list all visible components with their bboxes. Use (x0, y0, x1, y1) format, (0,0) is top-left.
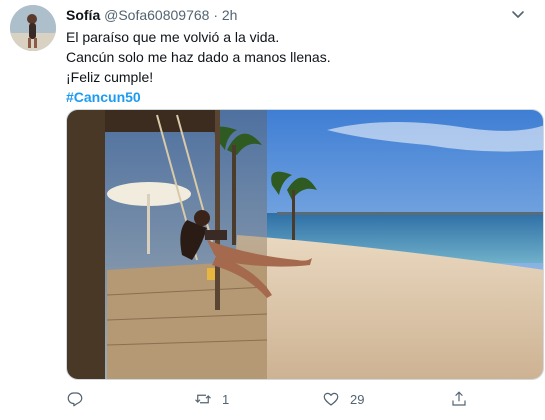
timestamp[interactable]: 2h (222, 7, 238, 23)
share-button[interactable] (450, 388, 478, 410)
tweet-text-line: ¡Feliz cumple! (66, 69, 154, 85)
tweet-text-line: El paraíso que me volvió a la vida. (66, 29, 280, 45)
tweet-header: Sofía @Sofa60809768 · 2h (66, 7, 237, 23)
retweet-count: 1 (222, 391, 230, 407)
share-icon (452, 391, 466, 406)
heart-icon (323, 392, 339, 406)
like-button[interactable]: 29 (322, 388, 364, 410)
hashtag-link[interactable]: #Cancun50 (66, 87, 331, 107)
beach-photo-icon (67, 110, 543, 379)
reply-icon (67, 392, 83, 407)
author-handle[interactable]: @Sofa60809768 (104, 7, 209, 23)
avatar[interactable] (10, 5, 56, 51)
author-name[interactable]: Sofía (66, 7, 100, 23)
more-options-chevron-down-icon[interactable] (509, 5, 527, 23)
reply-button[interactable] (66, 388, 94, 410)
retweet-icon (195, 394, 211, 404)
tweet[interactable]: Sofía @Sofa60809768 · 2h El paraíso que … (0, 0, 545, 420)
dot-separator: · (213, 7, 218, 23)
tweet-photo[interactable] (66, 109, 544, 380)
tweet-text: El paraíso que me volvió a la vida. Canc… (66, 27, 331, 107)
retweet-button[interactable]: 1 (194, 388, 229, 410)
like-count: 29 (350, 391, 365, 407)
tweet-actions: 1 29 (66, 388, 536, 410)
tweet-text-line: Cancún solo me haz dado a manos llenas. (66, 49, 331, 65)
